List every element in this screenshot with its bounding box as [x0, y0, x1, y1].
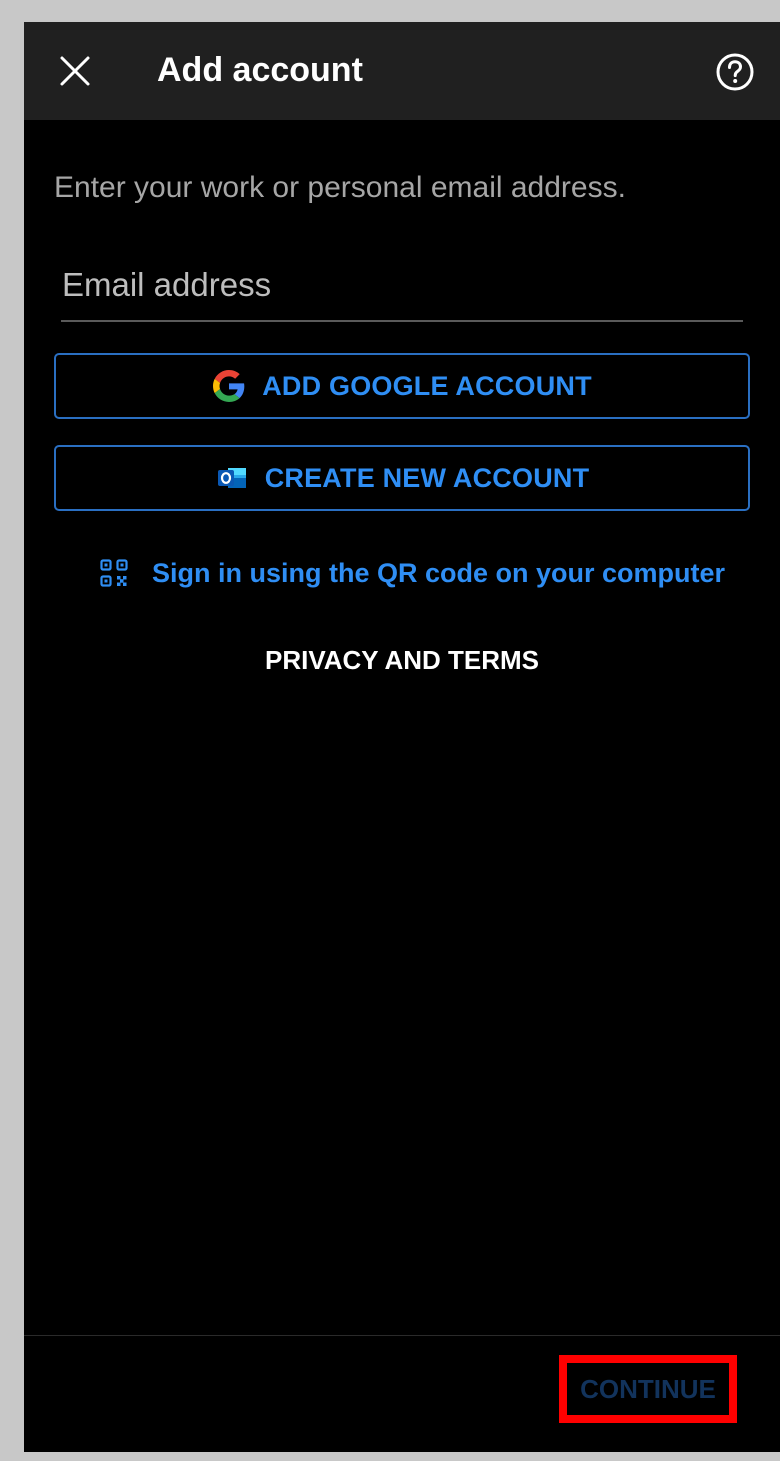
top-app-bar: Add account: [24, 22, 780, 120]
continue-button[interactable]: CONTINUE: [559, 1355, 737, 1423]
qr-sign-in-label: Sign in using the QR code on your comput…: [152, 557, 726, 588]
privacy-and-terms-link[interactable]: PRIVACY AND TERMS: [24, 642, 780, 678]
add-google-account-label: ADD GOOGLE ACCOUNT: [262, 370, 592, 401]
bottom-divider: [24, 1335, 780, 1336]
help-button[interactable]: [713, 50, 757, 94]
continue-label: CONTINUE: [580, 1373, 716, 1404]
qr-sign-in-link[interactable]: Sign in using the QR code on your comput…: [100, 552, 725, 594]
qr-code-icon: [100, 559, 128, 587]
page-title: Add account: [157, 51, 363, 89]
close-icon: [60, 56, 90, 86]
close-button[interactable]: [54, 50, 96, 92]
outlook-icon: [215, 461, 249, 495]
google-icon: [212, 369, 246, 403]
email-input[interactable]: [61, 250, 743, 322]
add-google-account-button[interactable]: ADD GOOGLE ACCOUNT: [54, 353, 750, 419]
create-new-account-label: CREATE NEW ACCOUNT: [264, 462, 590, 493]
add-account-screen: Add account Enter your work or personal …: [24, 22, 780, 1452]
help-icon: [716, 53, 754, 91]
create-new-account-button[interactable]: CREATE NEW ACCOUNT: [54, 445, 750, 511]
instruction-text: Enter your work or personal email addres…: [54, 171, 626, 204]
